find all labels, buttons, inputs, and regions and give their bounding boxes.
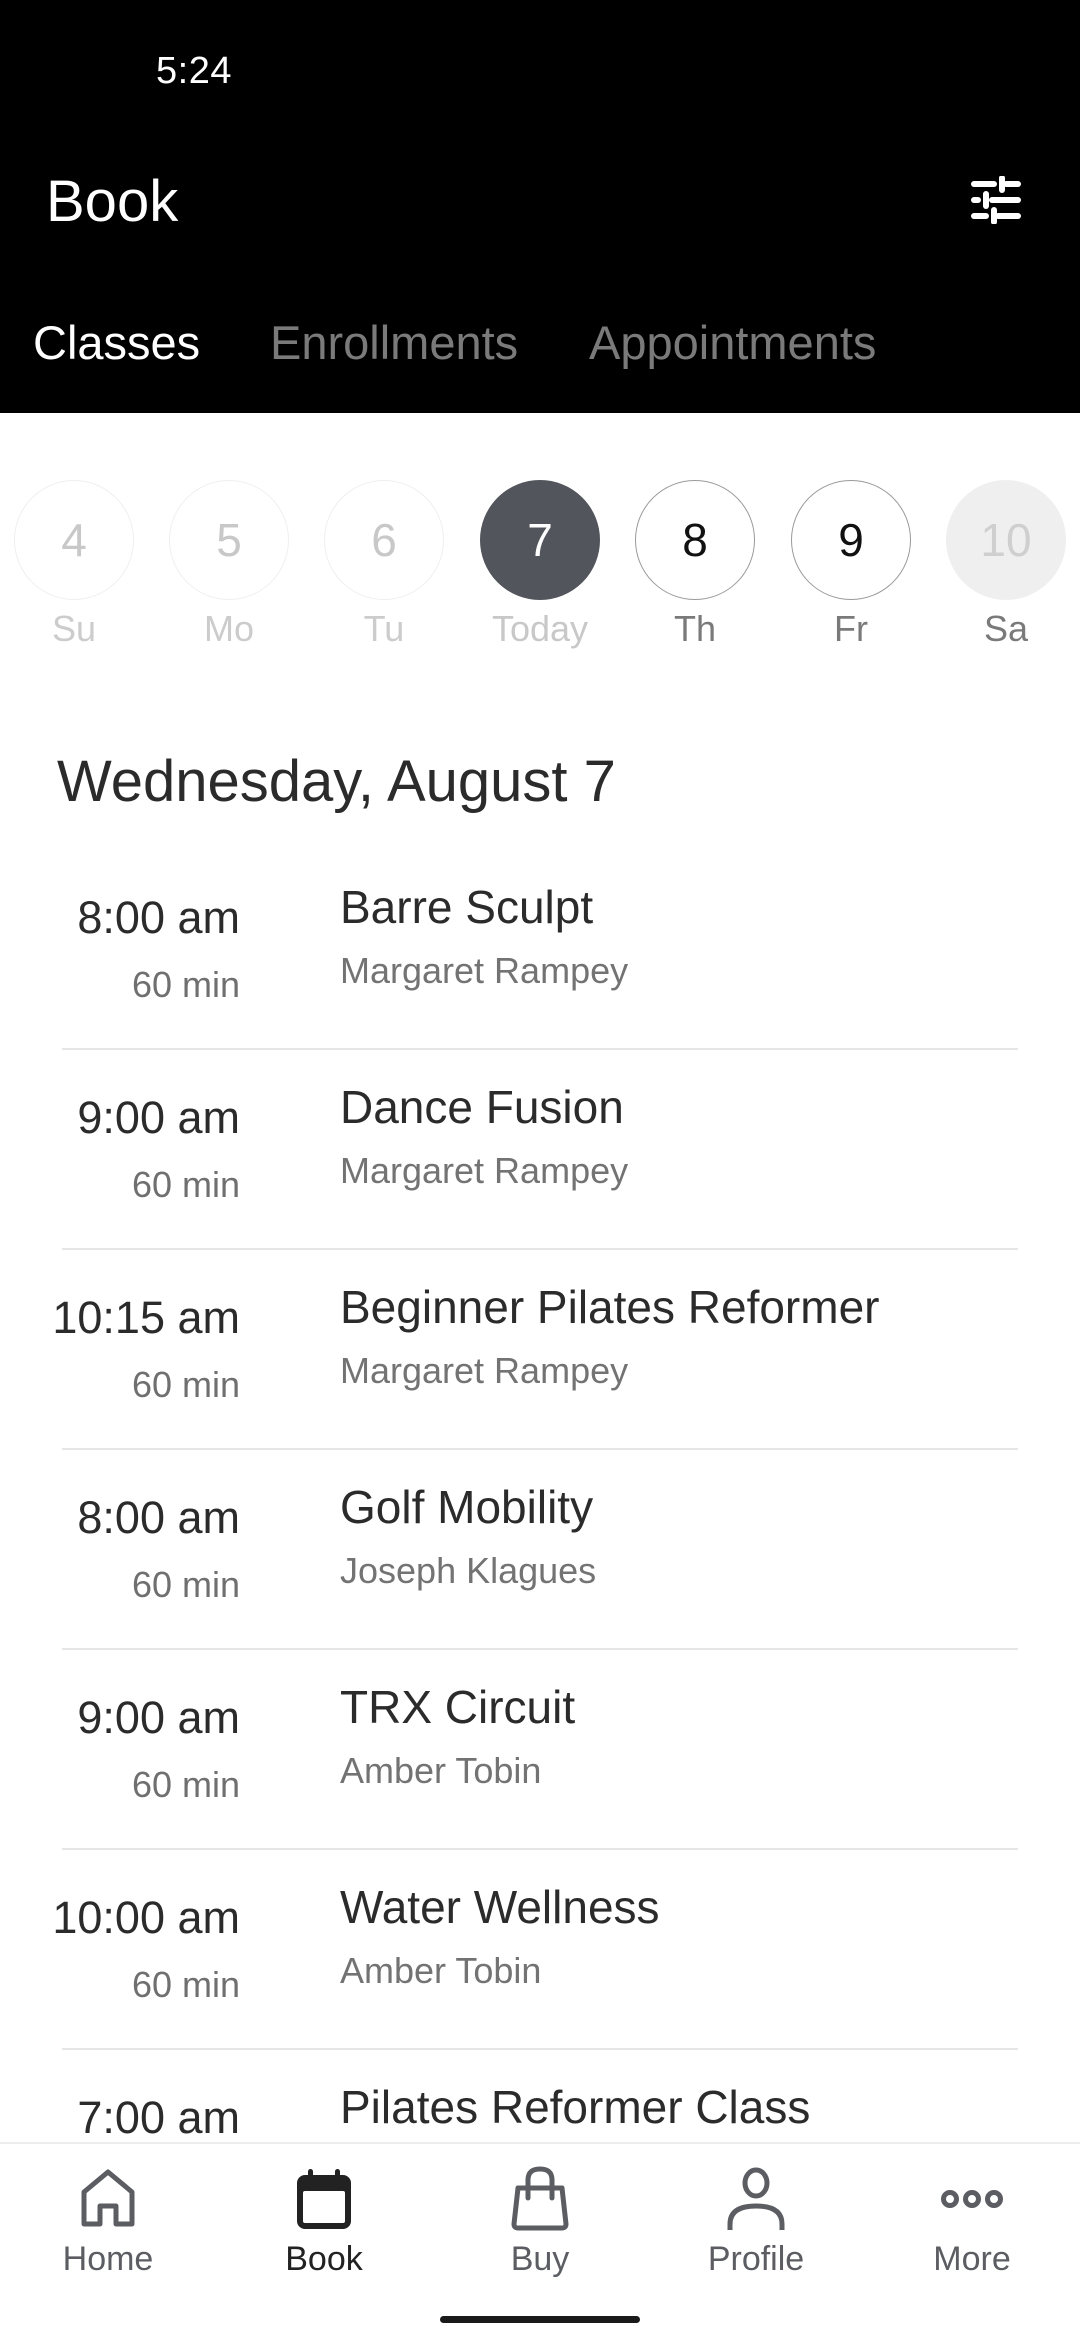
- class-time: 9:00 am: [77, 1092, 240, 1143]
- home-indicator[interactable]: [440, 2316, 640, 2323]
- class-row[interactable]: 9:00 am 60 min TRX Circuit Amber Tobin: [0, 1650, 1080, 1850]
- nav-more[interactable]: More: [864, 2164, 1080, 2279]
- class-row[interactable]: 7:00 am Pilates Reformer Class: [0, 2050, 1080, 2142]
- class-duration: 60 min: [131, 964, 240, 1005]
- nav-book[interactable]: Book: [216, 2164, 432, 2279]
- tab-enrollments[interactable]: Enrollments: [270, 315, 518, 370]
- class-duration: 60 min: [131, 1764, 240, 1805]
- nav-label: More: [933, 2240, 1011, 2278]
- day-4[interactable]: 4 Su: [4, 480, 144, 650]
- class-duration: 60 min: [131, 1964, 240, 2005]
- day-number: 6: [324, 480, 444, 600]
- class-instructor: Margaret Rampey: [340, 1350, 629, 1391]
- calendar-icon: [284, 2164, 364, 2234]
- day-5[interactable]: 5 Mo: [159, 480, 299, 650]
- filter-button[interactable]: [960, 170, 1032, 234]
- class-row[interactable]: 10:00 am 60 min Water Wellness Amber Tob…: [0, 1850, 1080, 2050]
- day-10[interactable]: 10 Sa: [936, 480, 1076, 650]
- class-time: 8:00 am: [77, 1492, 240, 1543]
- more-dots-icon: [932, 2164, 1012, 2234]
- bottom-navigation: Home Book Buy Profile More: [0, 2142, 1080, 2340]
- day-number: 9: [791, 480, 911, 600]
- class-duration: 60 min: [131, 1164, 240, 1205]
- class-instructor: Amber Tobin: [340, 1950, 542, 1991]
- day-label: Tu: [363, 608, 405, 649]
- class-duration: 60 min: [131, 1364, 240, 1405]
- page-title: Book: [46, 169, 179, 234]
- day-9[interactable]: 9 Fr: [781, 480, 921, 650]
- class-name: TRX Circuit: [340, 1681, 576, 1733]
- day-number: 5: [169, 480, 289, 600]
- day-number: 7: [480, 480, 600, 600]
- tab-bar: Classes Enrollments Appointments: [0, 315, 1080, 375]
- nav-label: Profile: [707, 2240, 805, 2278]
- nav-label: Buy: [510, 2240, 570, 2278]
- day-label: Mo: [203, 608, 254, 649]
- nav-label: Home: [62, 2240, 154, 2278]
- day-label: Sa: [983, 608, 1029, 649]
- class-time: 8:00 am: [77, 892, 240, 943]
- class-name: Barre Sculpt: [340, 881, 594, 933]
- tab-classes[interactable]: Classes: [33, 315, 200, 370]
- class-instructor: Margaret Rampey: [340, 1150, 629, 1191]
- app-header: 5:24 Book Classes Enrollments Appointmen…: [0, 0, 1080, 413]
- class-row[interactable]: 8:00 am 60 min Barre Sculpt Margaret Ram…: [0, 850, 1080, 1050]
- shopping-bag-icon: [500, 2164, 580, 2234]
- class-row[interactable]: 9:00 am 60 min Dance Fusion Margaret Ram…: [0, 1050, 1080, 1250]
- day-label: Su: [51, 608, 97, 649]
- nav-home[interactable]: Home: [0, 2164, 216, 2279]
- class-name: Golf Mobility: [340, 1481, 594, 1533]
- class-time: 10:15 am: [52, 1292, 240, 1343]
- nav-label: Book: [285, 2240, 363, 2278]
- class-name: Pilates Reformer Class: [340, 2081, 811, 2133]
- day-6[interactable]: 6 Tu: [314, 480, 454, 650]
- class-row[interactable]: 8:00 am 60 min Golf Mobility Joseph Klag…: [0, 1450, 1080, 1650]
- day-number: 10: [946, 480, 1066, 600]
- class-time: 10:00 am: [52, 1892, 240, 1943]
- class-time: 7:00 am: [77, 2092, 240, 2142]
- schedule-date-heading: Wednesday, August 7: [57, 749, 616, 814]
- class-time: 9:00 am: [77, 1692, 240, 1743]
- day-label: Today: [491, 608, 589, 649]
- class-name: Water Wellness: [340, 1881, 660, 1933]
- sliders-icon: [970, 174, 1022, 229]
- day-8[interactable]: 8 Th: [625, 480, 765, 650]
- day-label: Th: [673, 608, 716, 649]
- class-duration: 60 min: [131, 1564, 240, 1605]
- tab-appointments[interactable]: Appointments: [589, 315, 876, 370]
- class-name: Dance Fusion: [340, 1081, 624, 1133]
- class-list[interactable]: 8:00 am 60 min Barre Sculpt Margaret Ram…: [0, 850, 1080, 2142]
- day-number: 8: [635, 480, 755, 600]
- date-picker-strip: 4 Su 5 Mo 6 Tu 7 Today 8 Th 9 Fr 10 Sa: [0, 480, 1080, 660]
- person-icon: [716, 2164, 796, 2234]
- nav-buy[interactable]: Buy: [432, 2164, 648, 2279]
- class-instructor: Amber Tobin: [340, 1750, 542, 1791]
- class-name: Beginner Pilates Reformer: [340, 1281, 880, 1333]
- day-number: 4: [14, 480, 134, 600]
- day-label: Fr: [834, 608, 868, 649]
- status-bar-time: 5:24: [156, 50, 232, 92]
- class-instructor: Margaret Rampey: [340, 950, 629, 991]
- class-instructor: Joseph Klagues: [340, 1550, 597, 1591]
- class-row[interactable]: 10:15 am 60 min Beginner Pilates Reforme…: [0, 1250, 1080, 1450]
- home-icon: [68, 2164, 148, 2234]
- nav-profile[interactable]: Profile: [648, 2164, 864, 2279]
- day-7-today[interactable]: 7 Today: [470, 480, 610, 650]
